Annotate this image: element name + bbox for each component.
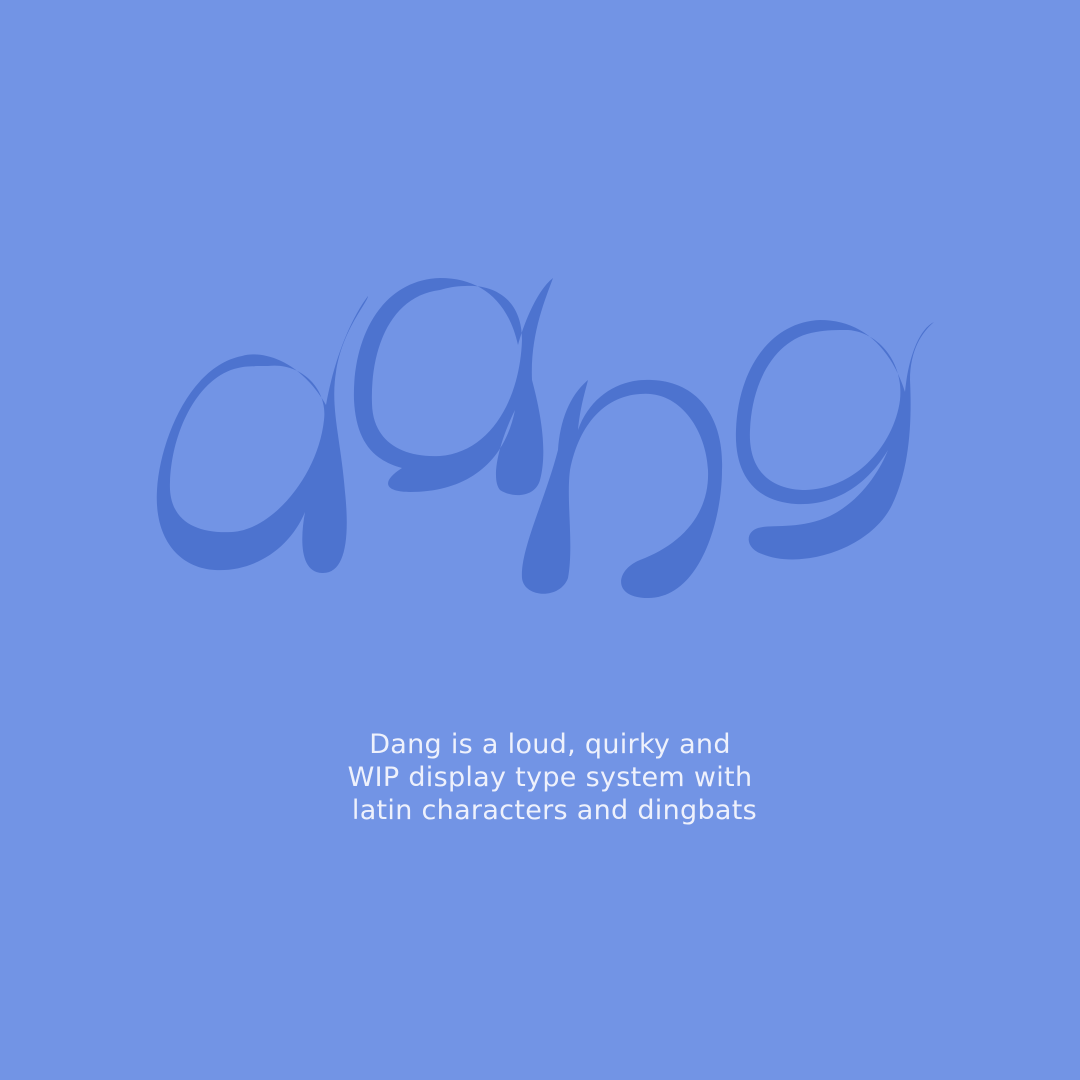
logo-letter-g [735, 320, 934, 560]
description-line: Dang is a loud, quirky and [369, 729, 731, 760]
logo-letter-d [156, 296, 368, 574]
logo-letter-a [353, 278, 553, 496]
poster-canvas: Dang is a loud, quirky and WIP display t… [0, 0, 1080, 1080]
logo-letter-n [521, 379, 723, 598]
description-line: latin characters and dingbats [343, 795, 757, 826]
description-line: WIP display type system with [347, 762, 753, 793]
dang-logo [0, 0, 1080, 1080]
description: Dang is a loud, quirky and WIP display t… [0, 728, 1080, 827]
